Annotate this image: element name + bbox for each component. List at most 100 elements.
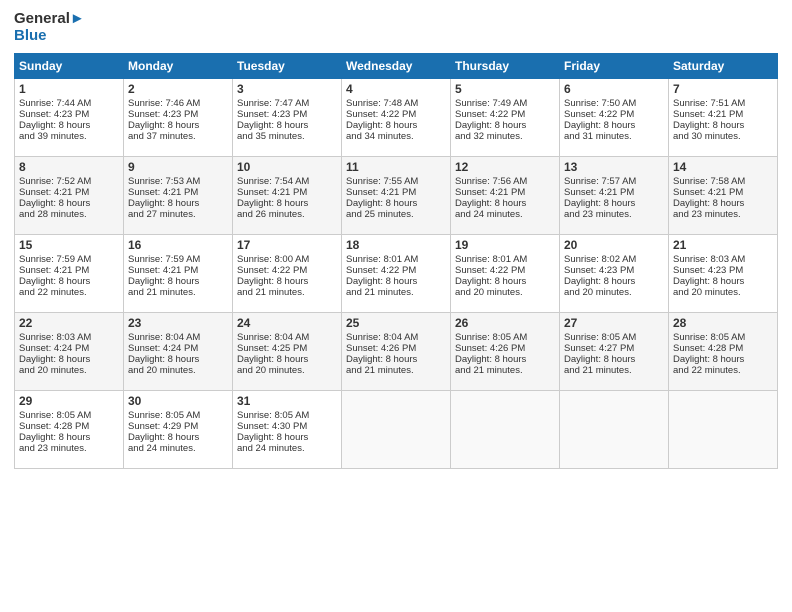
day-info-line: Sunset: 4:21 PM [128,265,228,276]
day-info-line: Daylight: 8 hours [128,354,228,365]
day-info-line: Sunset: 4:23 PM [564,265,664,276]
day-info-line: Sunset: 4:22 PM [237,265,337,276]
calendar-day-header: Saturday [669,53,778,78]
day-info-line: Sunset: 4:24 PM [19,343,119,354]
day-info-line: Sunset: 4:27 PM [564,343,664,354]
day-info-line: and 22 minutes. [673,365,773,376]
day-info-line: Sunrise: 8:04 AM [237,332,337,343]
calendar-header-row: SundayMondayTuesdayWednesdayThursdayFrid… [15,53,778,78]
calendar-day-cell: 24Sunrise: 8:04 AMSunset: 4:25 PMDayligh… [233,312,342,390]
calendar-day-cell [451,390,560,468]
day-info-line: Sunset: 4:24 PM [128,343,228,354]
day-number: 4 [346,82,446,96]
day-info-line: Sunset: 4:21 PM [673,187,773,198]
day-info-line: Sunset: 4:23 PM [128,109,228,120]
day-info-line: Daylight: 8 hours [237,198,337,209]
logo: General► Blue [14,10,85,45]
calendar-day-cell [560,390,669,468]
day-number: 19 [455,238,555,252]
day-number: 21 [673,238,773,252]
day-number: 15 [19,238,119,252]
day-info-line: Daylight: 8 hours [564,120,664,131]
day-info-line: Sunset: 4:25 PM [237,343,337,354]
day-info-line: Sunset: 4:21 PM [346,187,446,198]
day-info-line: Daylight: 8 hours [19,276,119,287]
day-number: 3 [237,82,337,96]
day-info-line: Daylight: 8 hours [346,198,446,209]
day-info-line: and 32 minutes. [455,131,555,142]
day-number: 28 [673,316,773,330]
day-info-line: and 20 minutes. [564,287,664,298]
day-info-line: and 28 minutes. [19,209,119,220]
day-info-line: and 24 minutes. [237,443,337,454]
day-info-line: Daylight: 8 hours [673,354,773,365]
day-info-line: Sunrise: 7:59 AM [19,254,119,265]
day-info-line: Sunset: 4:30 PM [237,421,337,432]
day-info-line: Daylight: 8 hours [19,432,119,443]
day-info-line: and 25 minutes. [346,209,446,220]
calendar-day-cell: 8Sunrise: 7:52 AMSunset: 4:21 PMDaylight… [15,156,124,234]
day-info-line: Daylight: 8 hours [346,354,446,365]
calendar-day-cell: 9Sunrise: 7:53 AMSunset: 4:21 PMDaylight… [124,156,233,234]
day-info-line: and 21 minutes. [128,287,228,298]
day-number: 11 [346,160,446,174]
calendar-day-cell: 13Sunrise: 7:57 AMSunset: 4:21 PMDayligh… [560,156,669,234]
day-info-line: Sunrise: 8:01 AM [455,254,555,265]
calendar-day-cell: 31Sunrise: 8:05 AMSunset: 4:30 PMDayligh… [233,390,342,468]
day-info-line: and 34 minutes. [346,131,446,142]
day-number: 27 [564,316,664,330]
calendar-day-cell: 17Sunrise: 8:00 AMSunset: 4:22 PMDayligh… [233,234,342,312]
day-number: 14 [673,160,773,174]
day-info-line: Sunset: 4:21 PM [19,187,119,198]
day-info-line: Sunrise: 7:54 AM [237,176,337,187]
calendar-day-cell: 25Sunrise: 8:04 AMSunset: 4:26 PMDayligh… [342,312,451,390]
calendar-table: SundayMondayTuesdayWednesdayThursdayFrid… [14,53,778,469]
day-number: 12 [455,160,555,174]
day-info-line: Daylight: 8 hours [346,276,446,287]
day-info-line: Daylight: 8 hours [237,276,337,287]
calendar-day-cell: 4Sunrise: 7:48 AMSunset: 4:22 PMDaylight… [342,78,451,156]
calendar-day-cell: 29Sunrise: 8:05 AMSunset: 4:28 PMDayligh… [15,390,124,468]
day-number: 13 [564,160,664,174]
calendar-day-cell: 26Sunrise: 8:05 AMSunset: 4:26 PMDayligh… [451,312,560,390]
day-info-line: Daylight: 8 hours [455,198,555,209]
day-info-line: Sunset: 4:22 PM [455,265,555,276]
calendar-day-cell: 22Sunrise: 8:03 AMSunset: 4:24 PMDayligh… [15,312,124,390]
day-info-line: Sunrise: 8:03 AM [19,332,119,343]
day-info-line: Daylight: 8 hours [19,198,119,209]
day-info-line: Sunrise: 7:44 AM [19,98,119,109]
calendar-day-cell: 23Sunrise: 8:04 AMSunset: 4:24 PMDayligh… [124,312,233,390]
day-info-line: Sunrise: 7:55 AM [346,176,446,187]
day-info-line: Sunrise: 8:05 AM [237,410,337,421]
day-info-line: Sunset: 4:22 PM [564,109,664,120]
day-info-line: and 31 minutes. [564,131,664,142]
calendar-day-cell: 12Sunrise: 7:56 AMSunset: 4:21 PMDayligh… [451,156,560,234]
day-info-line: and 20 minutes. [237,365,337,376]
calendar-day-header: Wednesday [342,53,451,78]
calendar-day-cell: 1Sunrise: 7:44 AMSunset: 4:23 PMDaylight… [15,78,124,156]
day-info-line: Sunrise: 8:04 AM [346,332,446,343]
calendar-day-cell: 20Sunrise: 8:02 AMSunset: 4:23 PMDayligh… [560,234,669,312]
day-info-line: Daylight: 8 hours [128,198,228,209]
day-number: 31 [237,394,337,408]
day-number: 9 [128,160,228,174]
day-info-line: and 20 minutes. [673,287,773,298]
day-info-line: Daylight: 8 hours [237,120,337,131]
calendar-day-cell: 10Sunrise: 7:54 AMSunset: 4:21 PMDayligh… [233,156,342,234]
calendar-day-cell: 5Sunrise: 7:49 AMSunset: 4:22 PMDaylight… [451,78,560,156]
day-info-line: and 20 minutes. [19,365,119,376]
calendar-day-cell: 18Sunrise: 8:01 AMSunset: 4:22 PMDayligh… [342,234,451,312]
calendar-day-header: Friday [560,53,669,78]
day-info-line: Sunrise: 7:48 AM [346,98,446,109]
day-info-line: Sunset: 4:26 PM [455,343,555,354]
day-info-line: and 21 minutes. [346,365,446,376]
day-info-line: and 23 minutes. [673,209,773,220]
calendar-day-cell: 6Sunrise: 7:50 AMSunset: 4:22 PMDaylight… [560,78,669,156]
day-info-line: Sunrise: 8:02 AM [564,254,664,265]
day-info-line: Sunset: 4:26 PM [346,343,446,354]
calendar-day-cell: 3Sunrise: 7:47 AMSunset: 4:23 PMDaylight… [233,78,342,156]
day-info-line: Daylight: 8 hours [128,432,228,443]
day-number: 30 [128,394,228,408]
day-info-line: Daylight: 8 hours [564,276,664,287]
day-number: 10 [237,160,337,174]
